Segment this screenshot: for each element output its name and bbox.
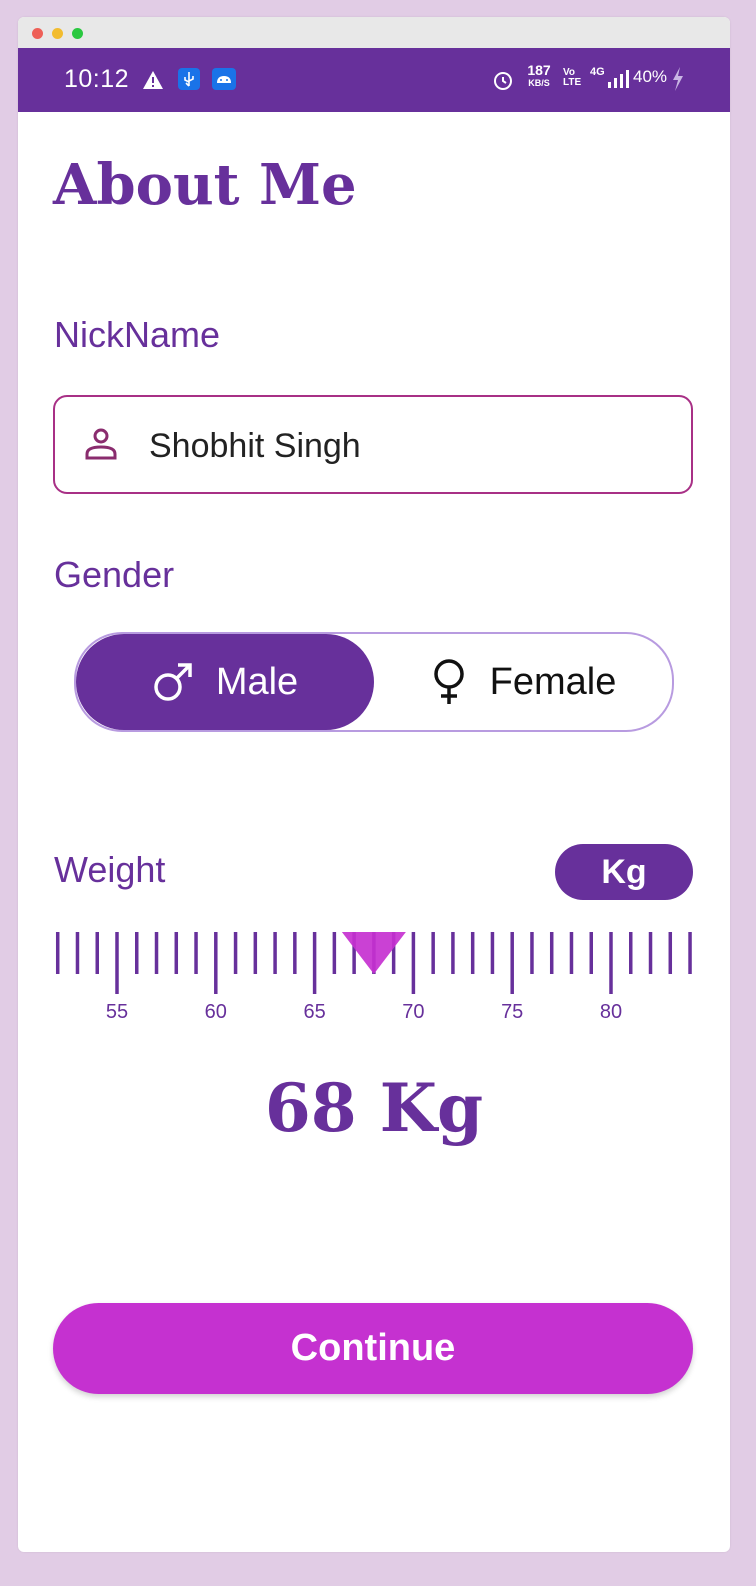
- weight-label: Weight: [54, 849, 166, 890]
- charging-bolt-icon: [671, 66, 685, 97]
- gender-option-male[interactable]: Male: [76, 634, 374, 730]
- ruler-tick-label: 65: [303, 1001, 325, 1023]
- minimize-window-button[interactable]: [52, 28, 63, 39]
- weight-unit-button[interactable]: Kg: [555, 844, 693, 900]
- ruler-tick-label: 55: [106, 1001, 128, 1023]
- close-window-button[interactable]: [32, 28, 43, 39]
- ruler-pointer[interactable]: [341, 932, 406, 974]
- gender-option-label: Male: [215, 660, 299, 703]
- battery-percent: 40%: [633, 67, 668, 86]
- status-bar: 10:12 187 KB/S Vo LTE 4G 40%: [18, 48, 730, 112]
- continue-button[interactable]: Continue: [53, 1303, 693, 1394]
- network-speed: 187 KB/S: [521, 62, 557, 90]
- weight-value: 68 Kg: [264, 1069, 484, 1147]
- female-icon: [430, 658, 468, 706]
- gender-label: Gender: [54, 554, 175, 595]
- volte-indicator: Vo LTE: [563, 68, 581, 88]
- ruler-tick-label: 70: [402, 1001, 424, 1023]
- window-titlebar: [18, 17, 730, 48]
- network-speed-value: 187: [527, 62, 551, 78]
- gender-option-female[interactable]: Female: [374, 634, 672, 730]
- android-debug-icon: [212, 68, 236, 90]
- nickname-input[interactable]: Shobhit Singh: [149, 427, 361, 466]
- warning-icon: [142, 70, 164, 95]
- page-title: About Me: [53, 152, 357, 218]
- usb-icon: [178, 68, 200, 90]
- gender-toggle: Male Female: [74, 632, 674, 732]
- person-icon: [83, 425, 119, 466]
- status-time: 10:12: [64, 65, 130, 93]
- maximize-window-button[interactable]: [72, 28, 83, 39]
- ruler-tick-label: 80: [600, 1001, 622, 1023]
- volte-bottom: LTE: [563, 77, 582, 88]
- ruler-tick-label: 75: [501, 1001, 523, 1023]
- network-type: 4G: [590, 66, 605, 78]
- nickname-label: NickName: [54, 314, 221, 355]
- network-speed-unit: KB/S: [528, 78, 550, 88]
- signal-icon: [606, 68, 630, 95]
- alarm-icon: [491, 68, 515, 97]
- weight-ruler[interactable]: 55 60 65 70 75 80: [18, 932, 730, 1052]
- gender-option-label: Female: [489, 660, 617, 703]
- ruler-tick-label: 60: [205, 1001, 227, 1023]
- nickname-field[interactable]: Shobhit Singh: [53, 395, 693, 494]
- male-icon: [152, 661, 194, 703]
- app-window: 10:12 187 KB/S Vo LTE 4G 40% About Me Ni…: [18, 17, 730, 1552]
